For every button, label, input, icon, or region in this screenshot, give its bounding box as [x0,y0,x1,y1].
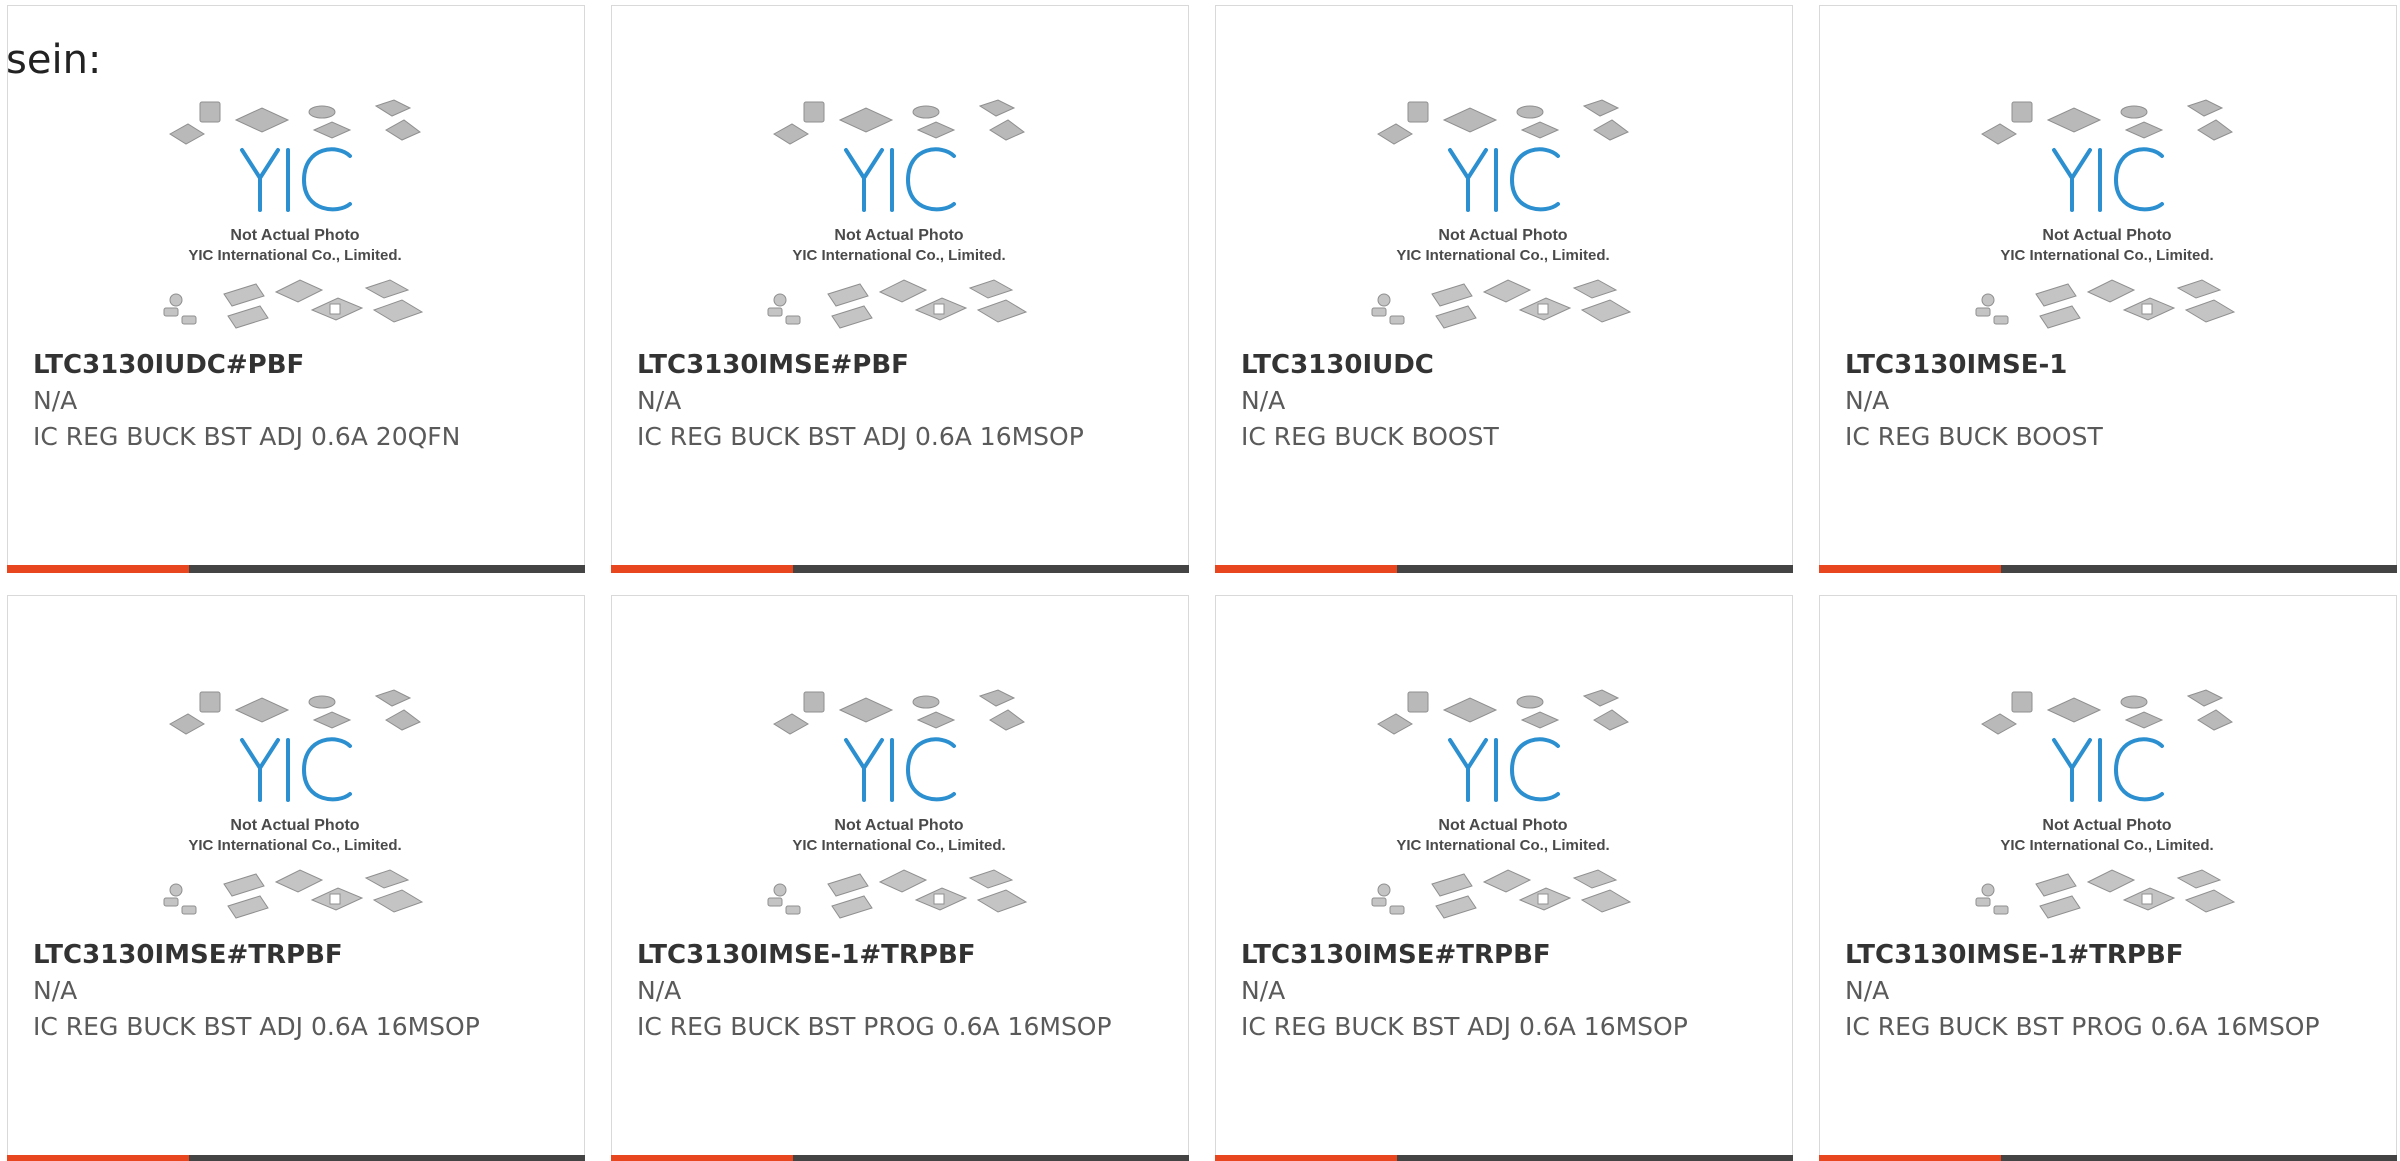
placeholder-line-2: YIC International Co., Limited. [792,247,1005,264]
product-manufacturer: N/A [1845,386,1890,415]
bar-rest [793,1155,1189,1161]
product-manufacturer: N/A [1845,976,1890,1005]
product-part-number[interactable]: LTC3130IMSE#TRPBF [1241,940,1551,970]
product-description: IC REG BUCK BST ADJ 0.6A 16MSOP [33,1012,480,1041]
card-footer-bar [1215,565,1793,573]
bar-rest [1397,1155,1793,1161]
bar-accent [7,565,189,573]
product-description: IC REG BUCK BST PROG 0.6A 16MSOP [637,1012,1112,1041]
product-description: IC REG BUCK BOOST [1845,422,2103,451]
card-footer-bar [1819,1155,2397,1161]
placeholder-line-1: Not Actual Photo [230,817,359,834]
product-manufacturer: N/A [637,976,682,1005]
bar-accent [1215,1155,1397,1161]
card-footer-bar [7,565,585,573]
placeholder-line-2: YIC International Co., Limited. [188,837,401,854]
bar-rest [793,565,1189,573]
product-description: IC REG BUCK BST PROG 0.6A 16MSOP [1845,1012,2320,1041]
product-placeholder-image: Not Actual Photo YIC International Co., … [1975,689,2236,919]
product-card[interactable]: Not Actual Photo YIC International Co., … [7,5,585,573]
product-part-number[interactable]: LTC3130IMSE-1#TRPBF [1845,940,2184,970]
product-placeholder-image: Not Actual Photo YIC International Co., … [767,689,1028,919]
product-placeholder-image: Not Actual Photo YIC International Co., … [1371,99,1632,329]
placeholder-line-1: Not Actual Photo [834,817,963,834]
bar-rest [2001,565,2397,573]
placeholder-line-1: Not Actual Photo [1438,817,1567,834]
bar-accent [1819,1155,2001,1161]
bar-accent [7,1155,189,1161]
bar-rest [1397,565,1793,573]
intro-text: sein: [6,37,102,83]
product-part-number[interactable]: LTC3130IUDC [1241,350,1434,380]
product-part-number[interactable]: LTC3130IMSE-1#TRPBF [637,940,976,970]
product-part-number[interactable]: LTC3130IMSE#TRPBF [33,940,343,970]
card-footer-bar [611,565,1189,573]
product-card[interactable]: Not Actual Photo YIC International Co., … [1215,595,1793,1161]
bar-accent [611,1155,793,1161]
yic-logo-icon [844,147,956,212]
product-card[interactable]: Not Actual Photo YIC International Co., … [1215,5,1793,573]
product-placeholder-image: Not Actual Photo YIC International Co., … [163,99,424,329]
yic-logo-icon [240,147,352,212]
bar-accent [1215,565,1397,573]
yic-logo-icon [844,737,956,802]
product-part-number[interactable]: LTC3130IMSE-1 [1845,350,2067,380]
product-description: IC REG BUCK BOOST [1241,422,1499,451]
bar-rest [189,565,585,573]
bar-rest [189,1155,585,1161]
yic-logo-icon [2052,147,2164,212]
product-placeholder-image: Not Actual Photo YIC International Co., … [1371,689,1632,919]
product-placeholder-image: Not Actual Photo YIC International Co., … [163,689,424,919]
product-card[interactable]: Not Actual Photo YIC International Co., … [611,595,1189,1161]
product-part-number[interactable]: LTC3130IMSE#PBF [637,350,909,380]
product-card[interactable]: Not Actual Photo YIC International Co., … [1819,595,2397,1161]
product-grid: Not Actual Photo YIC International Co., … [7,5,2400,1161]
yic-logo-icon [2052,737,2164,802]
product-grid-page: sein: Not Actual Photo YIC International… [0,0,2400,1161]
product-card[interactable]: Not Actual Photo YIC International Co., … [7,595,585,1161]
bar-accent [611,565,793,573]
yic-logo-icon [1448,147,1560,212]
card-footer-bar [1819,565,2397,573]
placeholder-line-2: YIC International Co., Limited. [2000,837,2213,854]
product-part-number[interactable]: LTC3130IUDC#PBF [33,350,304,380]
product-manufacturer: N/A [637,386,682,415]
bar-accent [1819,565,2001,573]
placeholder-line-2: YIC International Co., Limited. [188,247,401,264]
product-placeholder-image: Not Actual Photo YIC International Co., … [1975,99,2236,329]
yic-logo-icon [1448,737,1560,802]
product-manufacturer: N/A [33,976,78,1005]
placeholder-line-1: Not Actual Photo [834,227,963,244]
product-description: IC REG BUCK BST ADJ 0.6A 20QFN [33,422,461,451]
placeholder-line-1: Not Actual Photo [1438,227,1567,244]
placeholder-line-2: YIC International Co., Limited. [1396,247,1609,264]
product-manufacturer: N/A [1241,386,1286,415]
placeholder-line-2: YIC International Co., Limited. [792,837,1005,854]
placeholder-line-1: Not Actual Photo [2042,227,2171,244]
placeholder-line-2: YIC International Co., Limited. [1396,837,1609,854]
card-footer-bar [611,1155,1189,1161]
product-card[interactable]: Not Actual Photo YIC International Co., … [1819,5,2397,573]
placeholder-line-2: YIC International Co., Limited. [2000,247,2213,264]
product-manufacturer: N/A [33,386,78,415]
yic-logo-icon [240,737,352,802]
product-description: IC REG BUCK BST ADJ 0.6A 16MSOP [1241,1012,1688,1041]
card-footer-bar [7,1155,585,1161]
product-description: IC REG BUCK BST ADJ 0.6A 16MSOP [637,422,1084,451]
product-placeholder-image: Not Actual Photo YIC International Co., … [767,99,1028,329]
bar-rest [2001,1155,2397,1161]
card-footer-bar [1215,1155,1793,1161]
placeholder-line-1: Not Actual Photo [230,227,359,244]
placeholder-line-1: Not Actual Photo [2042,817,2171,834]
product-manufacturer: N/A [1241,976,1286,1005]
product-card[interactable]: Not Actual Photo YIC International Co., … [611,5,1189,573]
